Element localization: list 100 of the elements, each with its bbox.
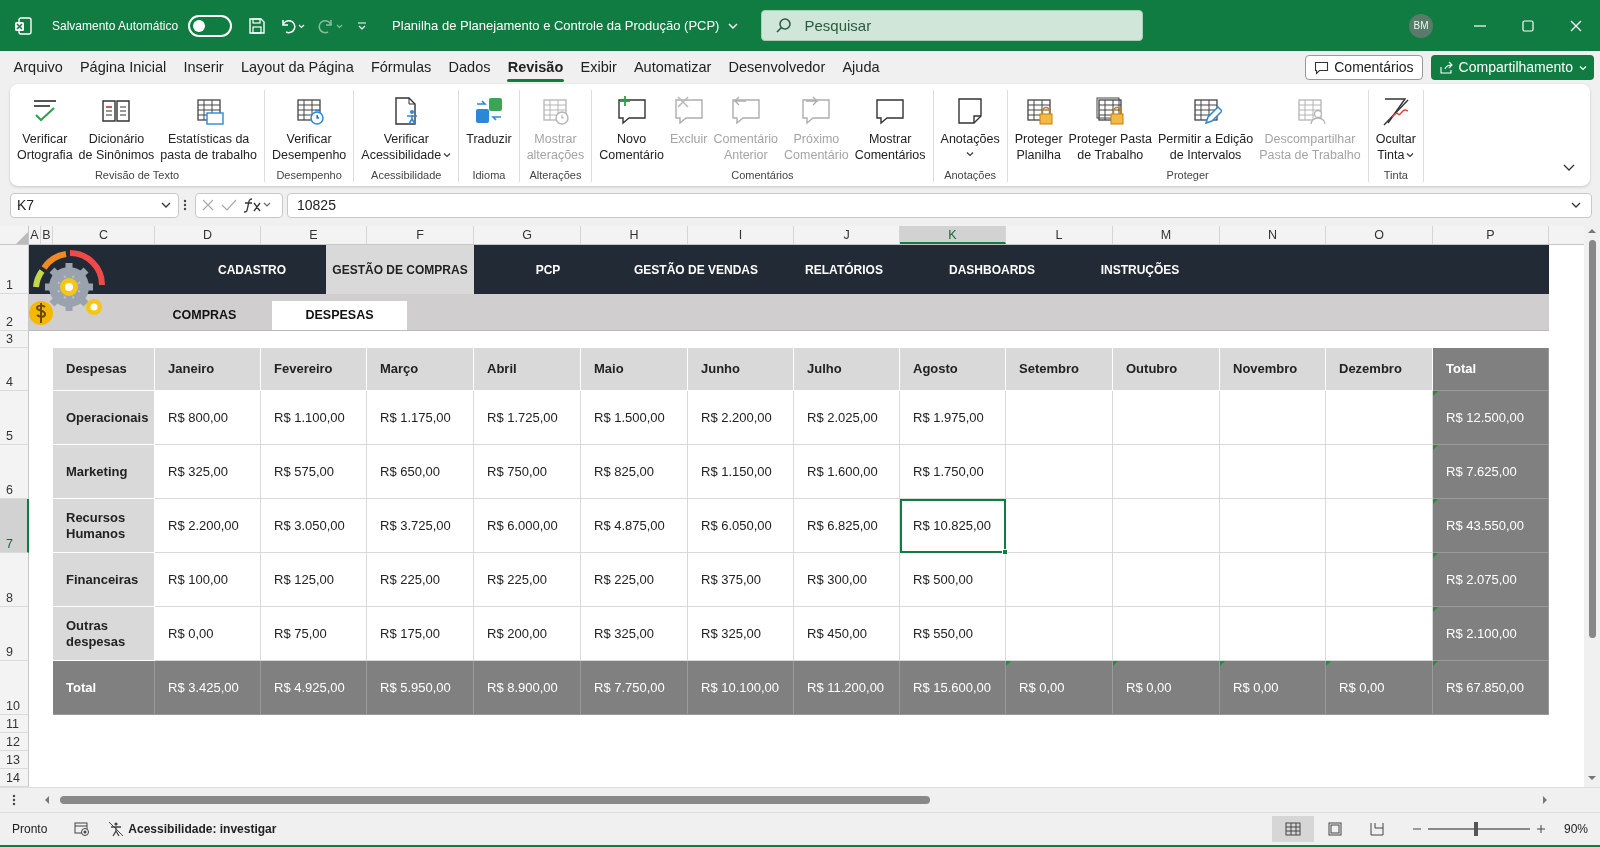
user-avatar[interactable]: BM bbox=[1409, 13, 1433, 38]
column-header[interactable]: B bbox=[41, 226, 53, 244]
scroll-up-icon[interactable] bbox=[1587, 226, 1597, 236]
column-header[interactable]: O bbox=[1326, 226, 1433, 244]
scroll-thumb[interactable] bbox=[60, 796, 930, 804]
table-cell: R$ 6.000,00 bbox=[474, 499, 581, 553]
column-header[interactable]: N bbox=[1220, 226, 1326, 244]
column-header[interactable]: E bbox=[261, 226, 367, 244]
row-header[interactable]: 1 bbox=[0, 245, 29, 294]
cancel-icon[interactable] bbox=[201, 198, 215, 212]
ribbon-button[interactable]: Ocultar Tinta bbox=[1372, 90, 1419, 163]
menu-tab[interactable]: Arquivo bbox=[5, 52, 72, 83]
row-header[interactable]: 11 bbox=[0, 715, 29, 733]
table-cell: R$ 4.875,00 bbox=[581, 499, 688, 553]
menu-tab[interactable]: Exibir bbox=[571, 52, 626, 83]
column-header[interactable]: D bbox=[155, 226, 261, 244]
row-header[interactable]: 12 bbox=[0, 733, 29, 751]
total-cell: R$ 12.500,00 bbox=[1433, 391, 1549, 445]
fill-handle[interactable] bbox=[1002, 549, 1008, 555]
menu-tab[interactable]: Automatizar bbox=[625, 52, 720, 83]
row-header[interactable]: 14 bbox=[0, 769, 29, 787]
more-icon[interactable] bbox=[183, 198, 187, 212]
ribbon-button[interactable]: Estatísticas da pasta de trabalho bbox=[157, 90, 260, 163]
menu-tab[interactable]: Página Inicial bbox=[71, 52, 175, 83]
column-header[interactable]: M bbox=[1113, 226, 1220, 244]
ribbon-button[interactable]: Proteger Pasta de Trabalho bbox=[1065, 90, 1155, 163]
column-header[interactable]: I bbox=[688, 226, 794, 244]
customize-icon[interactable] bbox=[356, 19, 369, 32]
ribbon-button[interactable]: Verificar Desempenho bbox=[268, 90, 350, 163]
ribbon-button[interactable]: Permitir a Edição de Intervalos bbox=[1155, 90, 1257, 163]
menu-tab[interactable]: Layout da Página bbox=[232, 52, 363, 83]
excel-icon[interactable] bbox=[14, 16, 32, 35]
scroll-thumb[interactable] bbox=[1588, 240, 1596, 638]
menu-tab[interactable]: Revisão bbox=[499, 52, 572, 83]
row-header[interactable]: 6 bbox=[0, 445, 29, 499]
comments-button[interactable]: Comentários bbox=[1305, 55, 1423, 80]
share-icon bbox=[1438, 60, 1454, 75]
search-field[interactable]: Pesquisar bbox=[761, 10, 1144, 41]
menu-tab[interactable]: Fórmulas bbox=[362, 52, 440, 83]
nav-tab[interactable]: CADASTRO bbox=[178, 245, 326, 294]
menu-tab[interactable]: Inserir bbox=[174, 52, 233, 83]
nav-tab[interactable]: DASHBOARDS bbox=[918, 245, 1066, 294]
nav-tab[interactable]: INSTRUÇÕES bbox=[1066, 245, 1214, 294]
row-header[interactable]: 10 bbox=[0, 661, 29, 715]
save-icon[interactable] bbox=[248, 16, 267, 35]
name-box[interactable]: K7 bbox=[10, 192, 179, 218]
nav-tab[interactable]: GESTÃO DE VENDAS bbox=[622, 245, 770, 294]
table-cell: R$ 6.050,00 bbox=[688, 499, 794, 553]
nav-tab[interactable]: PCP bbox=[474, 245, 622, 294]
row-header[interactable]: 3 bbox=[0, 331, 29, 348]
row-header[interactable]: 13 bbox=[0, 751, 29, 769]
ribbon-button[interactable]: Traduzir bbox=[463, 90, 515, 148]
column-header[interactable]: K bbox=[900, 226, 1006, 244]
column-header[interactable]: C bbox=[53, 226, 155, 244]
ribbon-button[interactable]: Dicionário de Sinônimos bbox=[75, 90, 158, 163]
column-header[interactable]: G bbox=[474, 226, 581, 244]
macro-record-icon[interactable] bbox=[74, 822, 91, 836]
accessibility-icon[interactable] bbox=[108, 821, 125, 837]
row-header[interactable]: 4 bbox=[0, 348, 29, 391]
zoom-in-icon[interactable] bbox=[1535, 824, 1546, 834]
ribbon-button[interactable]: Verificar Ortografia bbox=[14, 90, 76, 163]
row-header[interactable]: 5 bbox=[0, 391, 29, 445]
nav-tab[interactable]: GESTÃO DE COMPRAS bbox=[326, 245, 474, 294]
nav-tab[interactable]: RELATÓRIOS bbox=[770, 245, 918, 294]
view-button[interactable] bbox=[1271, 816, 1314, 842]
comment-forward-icon bbox=[800, 95, 833, 127]
function-icon[interactable] bbox=[243, 197, 273, 213]
ribbon-button[interactable]: Novo Comentário bbox=[596, 90, 667, 163]
group-label: Desempenho bbox=[275, 168, 343, 182]
column-header[interactable]: H bbox=[581, 226, 688, 244]
ribbon-button[interactable]: Mostrar Comentários bbox=[851, 90, 929, 163]
row-header[interactable]: 8 bbox=[0, 553, 29, 607]
menu-tab[interactable]: Ajuda bbox=[833, 52, 889, 83]
autosave-toggle[interactable] bbox=[188, 14, 233, 37]
column-header[interactable]: P bbox=[1433, 226, 1549, 244]
column-header[interactable]: A bbox=[29, 226, 41, 244]
sub-tab[interactable]: DESPESAS bbox=[272, 301, 407, 330]
scroll-down-icon[interactable] bbox=[1587, 773, 1597, 783]
accessibility-status[interactable]: Acessibilidade: investigar bbox=[128, 820, 277, 838]
more-icon[interactable] bbox=[12, 793, 16, 807]
zoom-thumb[interactable] bbox=[1473, 822, 1478, 836]
zoom-level[interactable]: 90% bbox=[1563, 820, 1588, 838]
sub-tab[interactable]: COMPRAS bbox=[137, 301, 272, 330]
ribbon-button[interactable]: Verificar Acessibilidade bbox=[358, 90, 455, 163]
table-cell: R$ 1.750,00 bbox=[900, 445, 1006, 499]
column-header[interactable]: F bbox=[367, 226, 474, 244]
column-header[interactable]: L bbox=[1006, 226, 1113, 244]
row-header[interactable]: 7 bbox=[0, 499, 29, 553]
row-header[interactable]: 2 bbox=[0, 294, 29, 331]
document-title[interactable]: Planilha de Planejamento e Controle da Produção (PCP) bbox=[392, 15, 740, 36]
menu-tab[interactable]: Dados bbox=[439, 52, 500, 83]
row-header[interactable]: 9 bbox=[0, 607, 29, 661]
check-icon[interactable] bbox=[221, 198, 237, 212]
ribbon-button[interactable]: Proteger Planilha bbox=[1011, 90, 1066, 163]
share-button[interactable]: Compartilhamento bbox=[1430, 55, 1594, 80]
ribbon-button[interactable]: Anotações bbox=[937, 90, 1003, 158]
menu-tab[interactable]: Desenvolvedor bbox=[719, 52, 834, 83]
column-heading: Julho bbox=[794, 348, 900, 391]
formula-field[interactable]: 10825 bbox=[287, 192, 1592, 218]
scroll-right-icon[interactable] bbox=[1540, 795, 1550, 805]
